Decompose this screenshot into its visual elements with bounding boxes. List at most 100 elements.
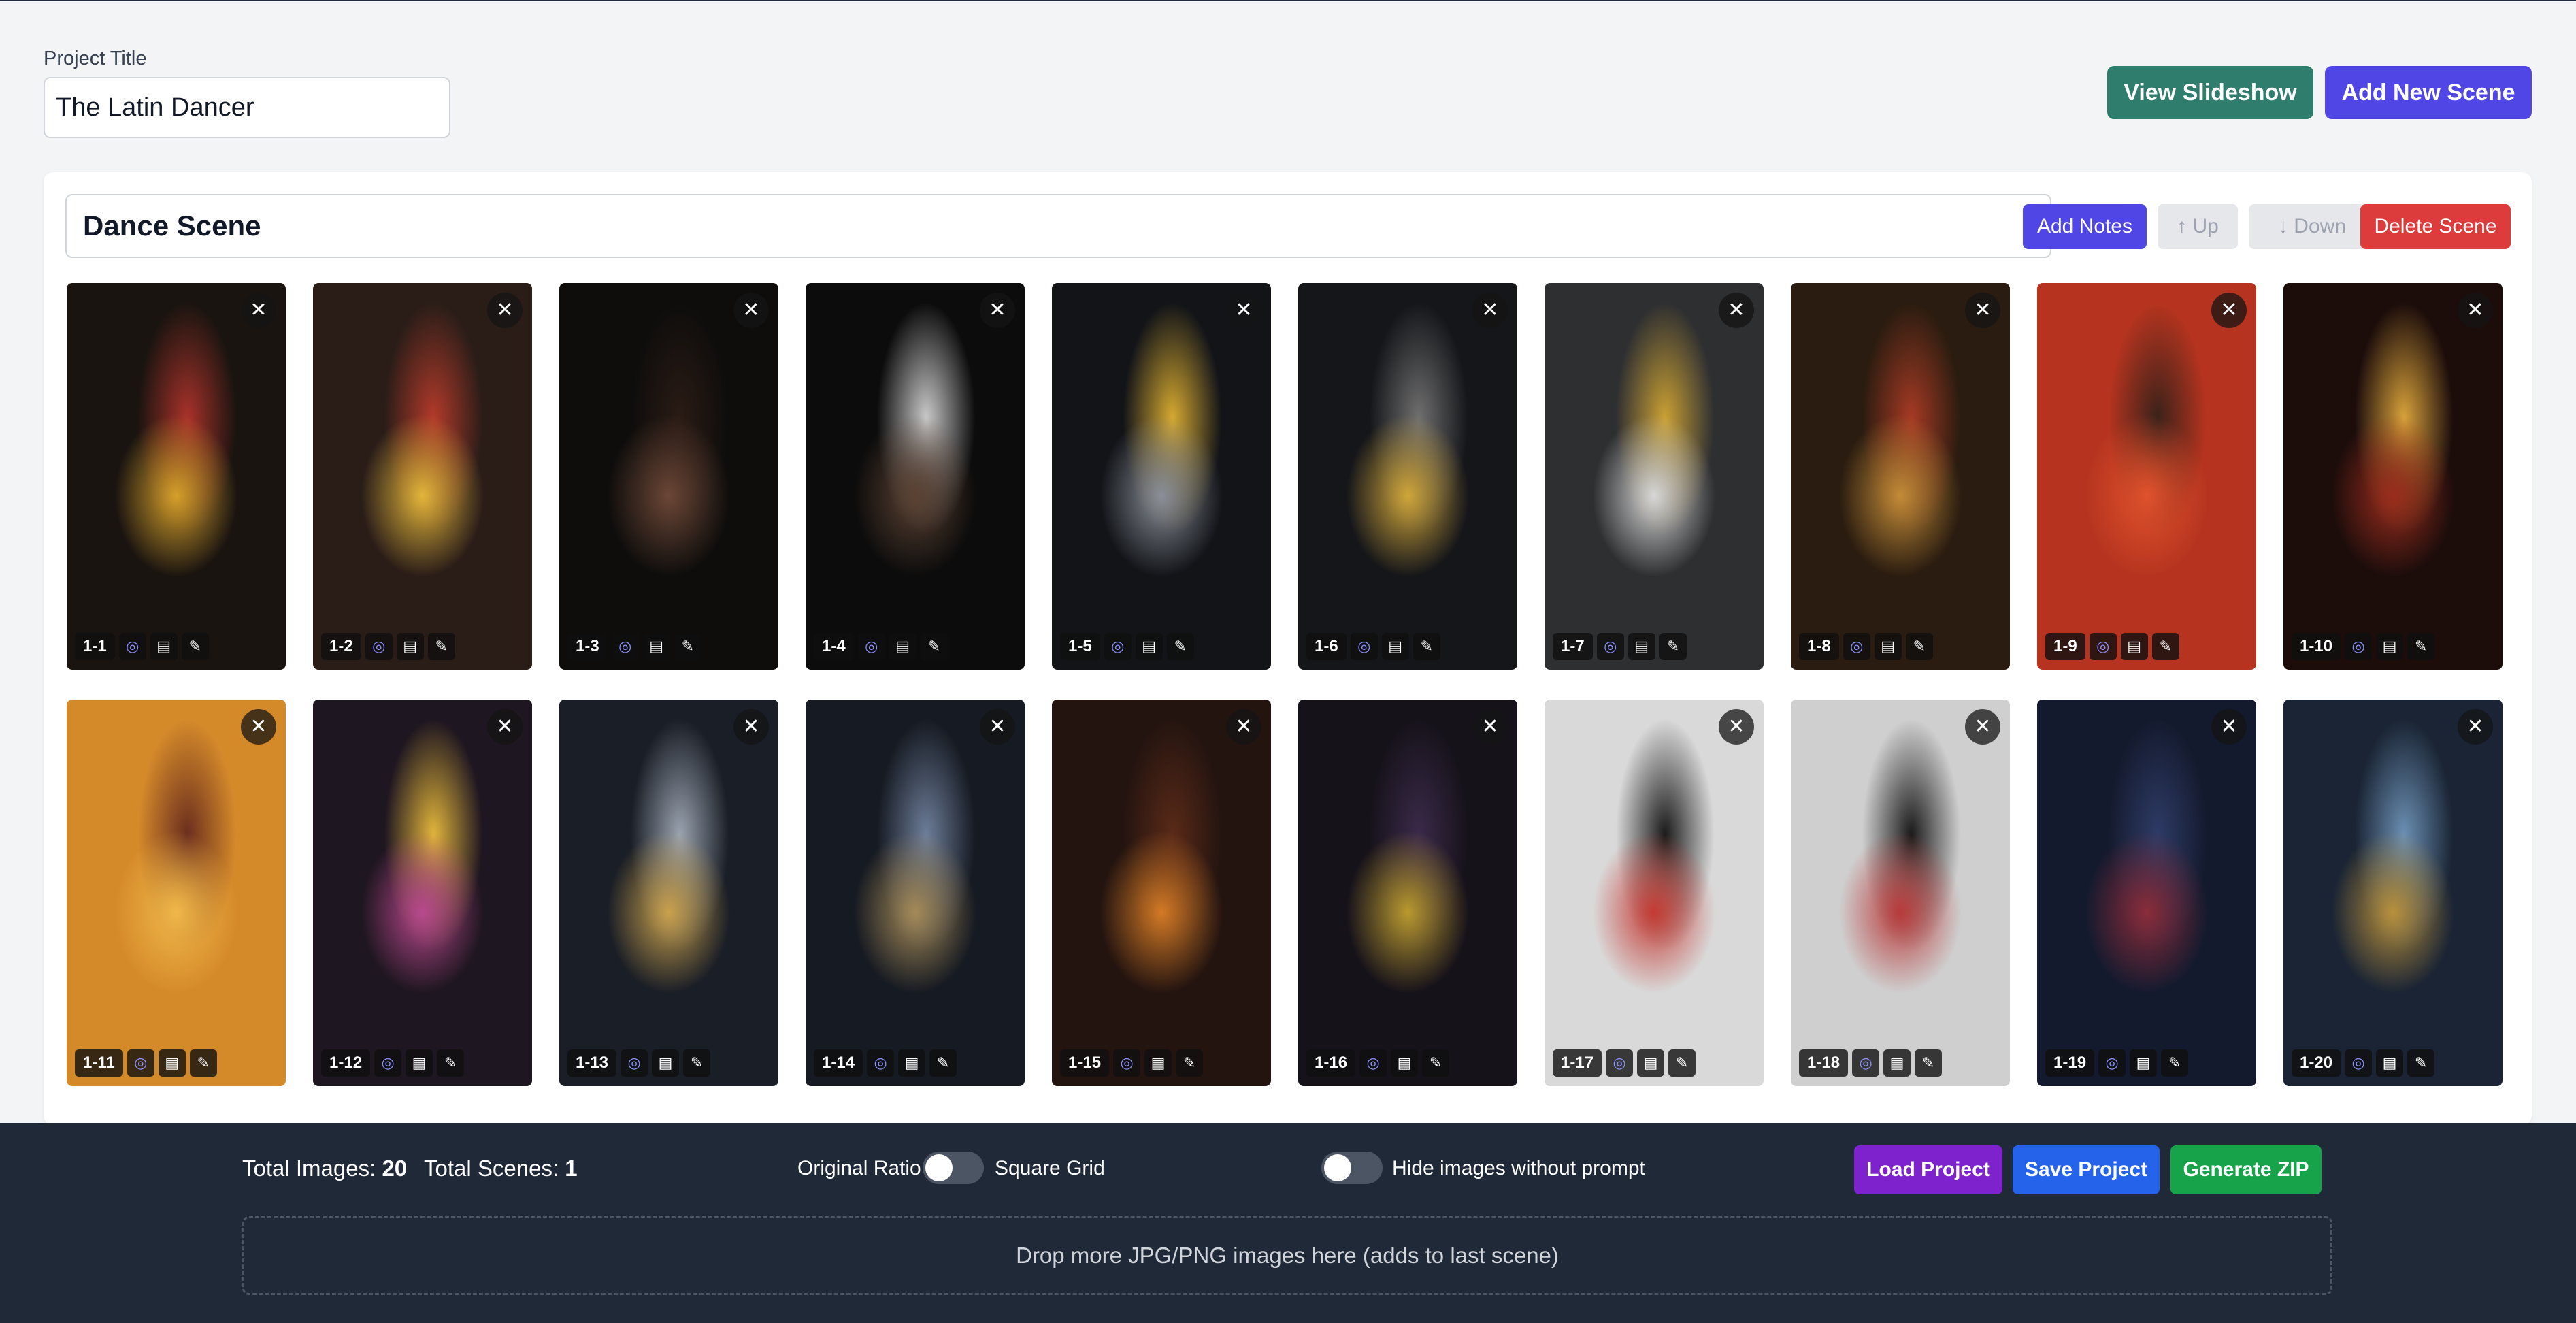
load-project-button[interactable]: Load Project [1854, 1145, 2002, 1194]
close-icon[interactable]: ✕ [980, 293, 1015, 328]
check-circle-icon[interactable]: ◎ [2345, 633, 2373, 660]
close-icon[interactable]: ✕ [1719, 293, 1754, 328]
delete-scene-button[interactable]: Delete Scene [2360, 204, 2511, 249]
image-thumbnail[interactable]: ✕ 1-8 ◎ ▤ ✎ [1791, 283, 2010, 670]
close-icon[interactable]: ✕ [980, 709, 1015, 745]
image-thumbnail[interactable]: ✕ 1-7 ◎ ▤ ✎ [1545, 283, 1764, 670]
document-icon[interactable]: ▤ [1381, 633, 1409, 660]
document-icon[interactable]: ▤ [396, 633, 424, 660]
check-circle-icon[interactable]: ◎ [1113, 1049, 1141, 1077]
ratio-toggle[interactable] [923, 1152, 984, 1184]
edit-icon[interactable]: ✎ [1905, 633, 1933, 660]
image-thumbnail[interactable]: ✕ 1-3 ◎ ▤ ✎ [559, 283, 778, 670]
image-thumbnail[interactable]: ✕ 1-4 ◎ ▤ ✎ [806, 283, 1025, 670]
edit-icon[interactable]: ✎ [1176, 1049, 1204, 1077]
document-icon[interactable]: ▤ [1144, 1049, 1172, 1077]
edit-icon[interactable]: ✎ [920, 633, 948, 660]
document-icon[interactable]: ▤ [652, 1049, 680, 1077]
image-drop-zone[interactable]: Drop more JPG/PNG images here (adds to l… [242, 1216, 2332, 1295]
image-thumbnail[interactable]: ✕ 1-1 ◎ ▤ ✎ [67, 283, 286, 670]
edit-icon[interactable]: ✎ [1413, 633, 1440, 660]
close-icon[interactable]: ✕ [487, 293, 523, 328]
close-icon[interactable]: ✕ [1472, 293, 1508, 328]
document-icon[interactable]: ▤ [898, 1049, 926, 1077]
document-icon[interactable]: ▤ [1637, 1049, 1665, 1077]
image-thumbnail[interactable]: ✕ 1-2 ◎ ▤ ✎ [313, 283, 532, 670]
hide-images-toggle[interactable] [1321, 1152, 1383, 1184]
image-thumbnail[interactable]: ✕ 1-12 ◎ ▤ ✎ [313, 700, 532, 1086]
close-icon[interactable]: ✕ [2211, 293, 2247, 328]
document-icon[interactable]: ▤ [2376, 633, 2404, 660]
document-icon[interactable]: ▤ [642, 633, 670, 660]
image-thumbnail[interactable]: ✕ 1-20 ◎ ▤ ✎ [2283, 700, 2503, 1086]
edit-icon[interactable]: ✎ [2151, 633, 2179, 660]
edit-icon[interactable]: ✎ [2161, 1049, 2189, 1077]
image-thumbnail[interactable]: ✕ 1-11 ◎ ▤ ✎ [67, 700, 286, 1086]
image-thumbnail[interactable]: ✕ 1-15 ◎ ▤ ✎ [1052, 700, 1271, 1086]
document-icon[interactable]: ▤ [150, 633, 178, 660]
close-icon[interactable]: ✕ [733, 709, 769, 745]
document-icon[interactable]: ▤ [2376, 1049, 2404, 1077]
image-thumbnail[interactable]: ✕ 1-17 ◎ ▤ ✎ [1545, 700, 1764, 1086]
close-icon[interactable]: ✕ [2458, 709, 2493, 745]
image-thumbnail[interactable]: ✕ 1-19 ◎ ▤ ✎ [2037, 700, 2256, 1086]
check-circle-icon[interactable]: ◎ [2345, 1049, 2373, 1077]
check-circle-icon[interactable]: ◎ [1596, 633, 1624, 660]
document-icon[interactable]: ▤ [1135, 633, 1163, 660]
document-icon[interactable]: ▤ [1874, 633, 1902, 660]
close-icon[interactable]: ✕ [733, 293, 769, 328]
edit-icon[interactable]: ✎ [674, 633, 701, 660]
check-circle-icon[interactable]: ◎ [2098, 1049, 2126, 1077]
close-icon[interactable]: ✕ [487, 709, 523, 745]
check-circle-icon[interactable]: ◎ [118, 633, 146, 660]
document-icon[interactable]: ▤ [1391, 1049, 1419, 1077]
image-thumbnail[interactable]: ✕ 1-13 ◎ ▤ ✎ [559, 700, 778, 1086]
document-icon[interactable]: ▤ [889, 633, 917, 660]
check-circle-icon[interactable]: ◎ [857, 633, 885, 660]
document-icon[interactable]: ▤ [1628, 633, 1655, 660]
close-icon[interactable]: ✕ [1472, 709, 1508, 745]
document-icon[interactable]: ▤ [2120, 633, 2148, 660]
image-thumbnail[interactable]: ✕ 1-14 ◎ ▤ ✎ [806, 700, 1025, 1086]
image-thumbnail[interactable]: ✕ 1-16 ◎ ▤ ✎ [1298, 700, 1517, 1086]
check-circle-icon[interactable]: ◎ [1350, 633, 1378, 660]
move-up-button[interactable]: ↑ Up [2158, 204, 2238, 249]
edit-icon[interactable]: ✎ [1166, 633, 1194, 660]
close-icon[interactable]: ✕ [2458, 293, 2493, 328]
close-icon[interactable]: ✕ [241, 293, 276, 328]
close-icon[interactable]: ✕ [1965, 293, 2000, 328]
check-circle-icon[interactable]: ◎ [1843, 633, 1870, 660]
add-notes-button[interactable]: Add Notes [2023, 204, 2147, 249]
edit-icon[interactable]: ✎ [1668, 1049, 1696, 1077]
image-thumbnail[interactable]: ✕ 1-5 ◎ ▤ ✎ [1052, 283, 1271, 670]
check-circle-icon[interactable]: ◎ [1359, 1049, 1387, 1077]
close-icon[interactable]: ✕ [1226, 293, 1261, 328]
check-circle-icon[interactable]: ◎ [1104, 633, 1132, 660]
edit-icon[interactable]: ✎ [1659, 633, 1687, 660]
document-icon[interactable]: ▤ [2130, 1049, 2158, 1077]
image-thumbnail[interactable]: ✕ 1-6 ◎ ▤ ✎ [1298, 283, 1517, 670]
view-slideshow-button[interactable]: View Slideshow [2107, 66, 2313, 119]
check-circle-icon[interactable]: ◎ [2089, 633, 2117, 660]
close-icon[interactable]: ✕ [1965, 709, 2000, 745]
edit-icon[interactable]: ✎ [189, 1049, 217, 1077]
generate-zip-button[interactable]: Generate ZIP [2170, 1145, 2322, 1194]
check-circle-icon[interactable]: ◎ [867, 1049, 895, 1077]
close-icon[interactable]: ✕ [1719, 709, 1754, 745]
check-circle-icon[interactable]: ◎ [1852, 1049, 1880, 1077]
move-down-button[interactable]: ↓ Down [2249, 204, 2375, 249]
add-new-scene-button[interactable]: Add New Scene [2325, 66, 2532, 119]
document-icon[interactable]: ▤ [1883, 1049, 1911, 1077]
edit-icon[interactable]: ✎ [427, 633, 455, 660]
image-thumbnail[interactable]: ✕ 1-9 ◎ ▤ ✎ [2037, 283, 2256, 670]
edit-icon[interactable]: ✎ [929, 1049, 957, 1077]
save-project-button[interactable]: Save Project [2013, 1145, 2160, 1194]
image-thumbnail[interactable]: ✕ 1-10 ◎ ▤ ✎ [2283, 283, 2503, 670]
edit-icon[interactable]: ✎ [437, 1049, 465, 1077]
close-icon[interactable]: ✕ [2211, 709, 2247, 745]
document-icon[interactable]: ▤ [406, 1049, 433, 1077]
close-icon[interactable]: ✕ [1226, 709, 1261, 745]
document-icon[interactable]: ▤ [158, 1049, 186, 1077]
close-icon[interactable]: ✕ [241, 709, 276, 745]
edit-icon[interactable]: ✎ [1422, 1049, 1450, 1077]
